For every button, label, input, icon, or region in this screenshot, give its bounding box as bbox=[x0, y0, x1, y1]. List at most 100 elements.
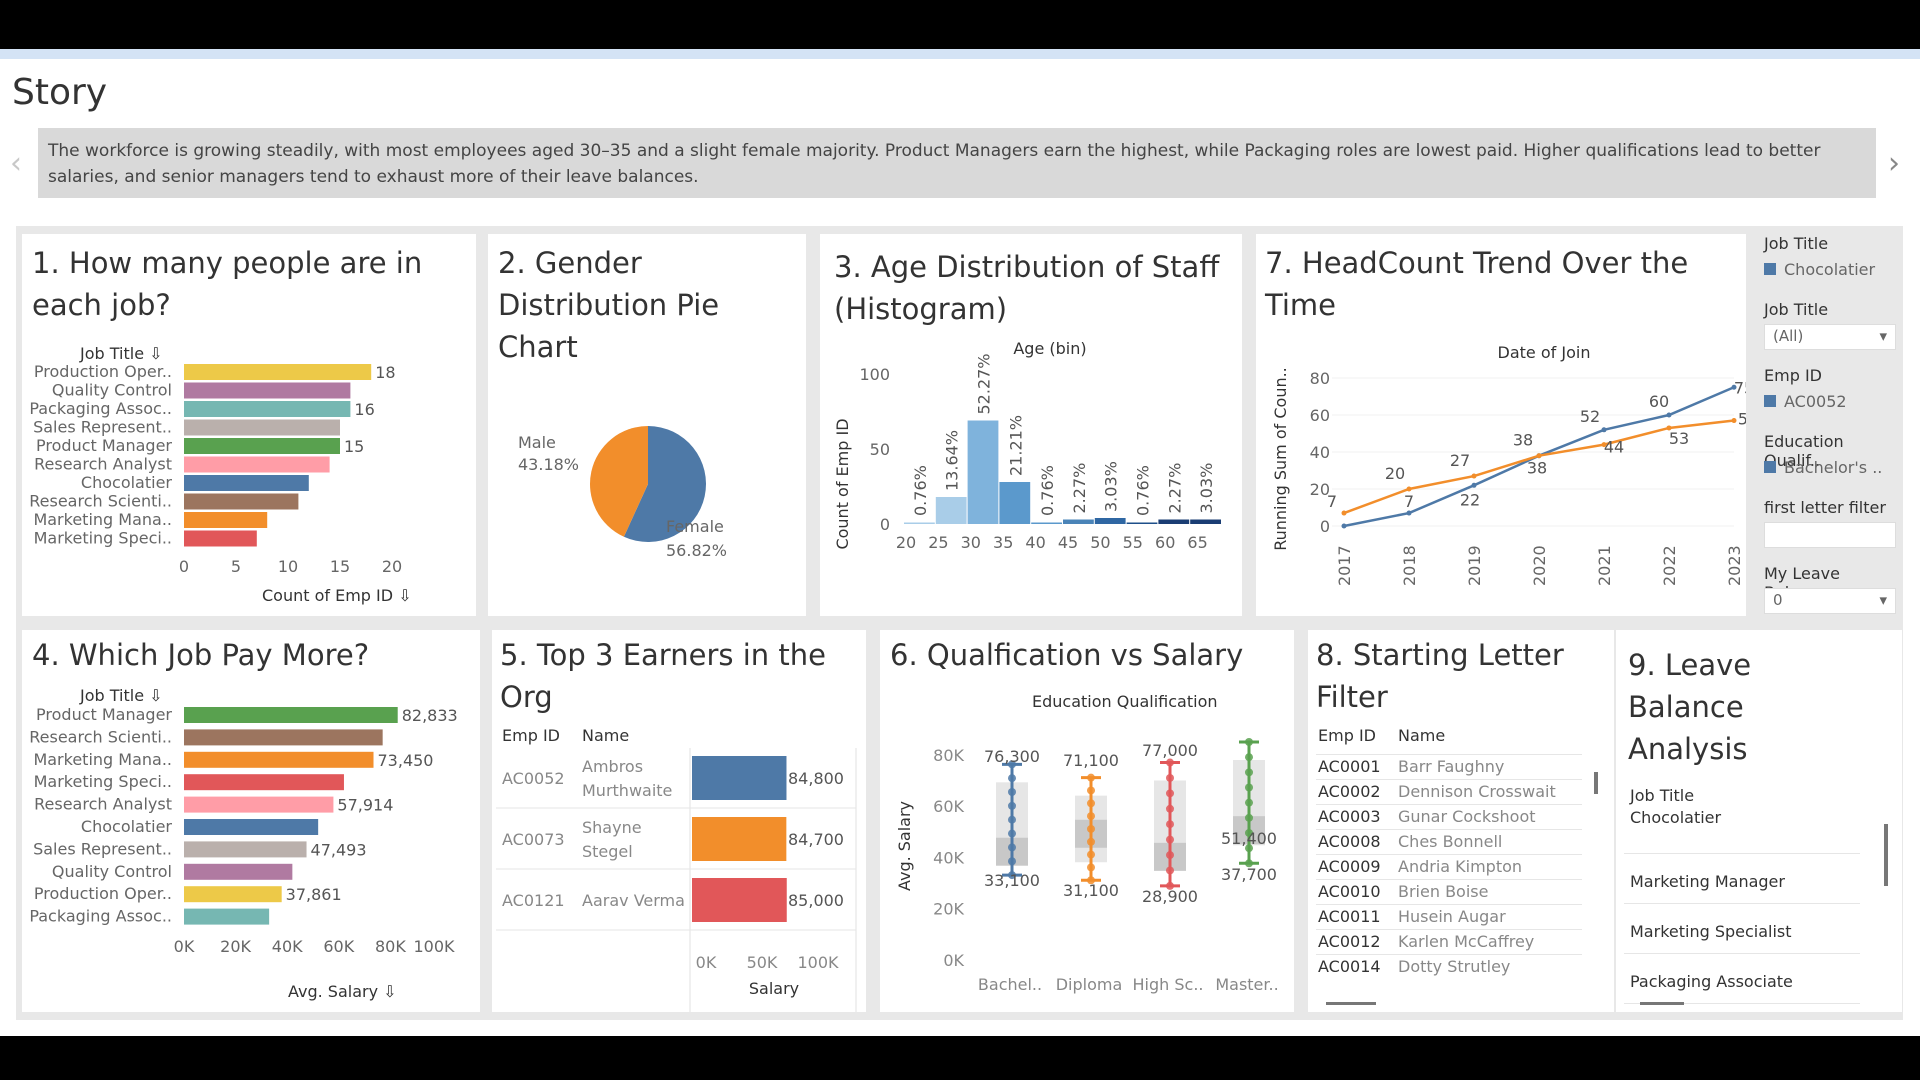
vertical-scrollbar[interactable] bbox=[1594, 772, 1598, 794]
name-cell: Murthwaite bbox=[582, 781, 672, 800]
data-label: 3.03% bbox=[1197, 463, 1216, 514]
category-label: Production Oper.. bbox=[34, 362, 172, 381]
panel-title: 1. How many people are in each job? bbox=[32, 246, 423, 322]
x-tick-label: Diploma bbox=[1056, 975, 1123, 994]
table-row[interactable]: AC0012 Karlen McCaffrey bbox=[1316, 929, 1582, 954]
y-tick-label: 50 bbox=[870, 440, 890, 459]
salary-point bbox=[1008, 788, 1016, 797]
y-tick-label: 0 bbox=[1320, 517, 1330, 536]
female-percent: 56.82% bbox=[666, 541, 727, 560]
y-tick-label: 0 bbox=[880, 515, 890, 534]
sort-icon[interactable]: ⇩ bbox=[149, 686, 162, 705]
category-label: Packaging Assoc.. bbox=[29, 907, 172, 926]
legend-item[interactable]: Chocolatier bbox=[1764, 260, 1875, 279]
legend-swatch bbox=[1764, 395, 1776, 407]
gender-pie-chart: Male 43.18% Female 56.82% bbox=[518, 426, 727, 560]
y-tick-label: 40K bbox=[933, 848, 964, 867]
data-label: 2.27% bbox=[1070, 463, 1089, 514]
salary-by-job-chart: Product Manager 82,833 Research Scienti.. M… bbox=[29, 706, 457, 956]
emp-id-cell: AC0003 bbox=[1318, 807, 1381, 826]
x-tick-label: 60 bbox=[1155, 533, 1175, 552]
x-tick-label: Bachel.. bbox=[978, 975, 1042, 994]
list-item[interactable]: Packaging Associate bbox=[1624, 956, 1860, 1004]
x-tick-label: 60K bbox=[323, 937, 354, 956]
emp-id-cell: AC0009 bbox=[1318, 857, 1381, 876]
table-row[interactable]: AC0009 Andria Kimpton bbox=[1316, 854, 1582, 879]
bar bbox=[184, 796, 334, 813]
emp-id-cell: AC0002 bbox=[1318, 782, 1381, 801]
caret-down-icon: ▾ bbox=[1879, 327, 1887, 345]
bar bbox=[184, 530, 257, 547]
emp-id-cell: AC0010 bbox=[1318, 882, 1381, 901]
previous-story-point-icon[interactable]: ‹ bbox=[10, 146, 22, 181]
vertical-scrollbar[interactable] bbox=[1884, 824, 1888, 886]
name-cell: Husein Augar bbox=[1398, 907, 1506, 926]
salary-point bbox=[1008, 801, 1016, 810]
story-caption[interactable]: The workforce is growing steadily, with … bbox=[38, 128, 1876, 198]
x-axis-title: Salary bbox=[749, 979, 799, 998]
job-title-cell: Marketing Manager bbox=[1630, 872, 1785, 891]
job-title-dropdown[interactable]: (All) ▾ bbox=[1764, 324, 1896, 350]
bar bbox=[184, 475, 309, 491]
table-row[interactable]: AC0010 Brien Boise bbox=[1316, 879, 1582, 904]
data-label: 37,700 bbox=[1221, 865, 1277, 884]
salary-point bbox=[1087, 812, 1095, 821]
horizontal-scrollbar[interactable] bbox=[1326, 1002, 1376, 1005]
category-label: Product Manager bbox=[36, 706, 172, 724]
emp-id-cell: AC0052 bbox=[502, 769, 565, 788]
bar bbox=[184, 512, 268, 528]
column-header-name: Name bbox=[582, 726, 630, 745]
bar bbox=[184, 707, 398, 723]
category-label: Product Manager bbox=[36, 436, 172, 455]
legend-item[interactable]: Bachelor's .. bbox=[1764, 458, 1882, 477]
x-axis-title: Avg. Salary ⇩ bbox=[288, 982, 397, 1001]
table-row[interactable]: AC0008 Ches Bonnell bbox=[1316, 829, 1582, 854]
next-story-point-icon[interactable]: › bbox=[1888, 146, 1900, 181]
job-title-cell: Marketing Specialist bbox=[1630, 922, 1792, 941]
legend-item[interactable]: AC0052 bbox=[1764, 392, 1847, 411]
horizontal-scrollbar[interactable] bbox=[1640, 1002, 1684, 1005]
panel-title: 2. Gender Distribution Pie Chart bbox=[498, 246, 720, 364]
list-item[interactable]: Marketing Specialist bbox=[1624, 906, 1860, 954]
x-tick-label: 35 bbox=[993, 533, 1013, 552]
bar bbox=[184, 419, 340, 436]
column-header-emp-id: Emp ID bbox=[502, 726, 560, 745]
x-axis-title-text: Count of Emp ID bbox=[262, 586, 394, 605]
salary-point bbox=[1008, 857, 1016, 866]
category-label: Production Oper.. bbox=[34, 884, 172, 903]
name-cell: Andria Kimpton bbox=[1398, 857, 1523, 876]
salary-point bbox=[1087, 863, 1095, 872]
leave-balance-dropdown[interactable]: 0 ▾ bbox=[1764, 588, 1896, 614]
data-label: 38 bbox=[1513, 431, 1533, 450]
table-row[interactable]: AC0002 Dennison Crosswait bbox=[1316, 779, 1582, 804]
x-tick-label: 2021 bbox=[1595, 545, 1614, 586]
list-item[interactable]: Chocolatier bbox=[1624, 806, 1860, 854]
column-header-emp-id: Emp ID bbox=[1318, 726, 1376, 745]
bar bbox=[184, 438, 340, 454]
filter-label: Emp ID bbox=[1764, 366, 1822, 385]
sort-icon[interactable]: ⇩ bbox=[398, 586, 411, 605]
sort-icon[interactable]: ⇩ bbox=[383, 982, 396, 1001]
table-row[interactable]: AC0014 Dotty Strutley bbox=[1316, 954, 1582, 979]
y-tick-label: 60K bbox=[933, 797, 964, 816]
x-tick-label: 50 bbox=[1090, 533, 1110, 552]
name-cell: Brien Boise bbox=[1398, 882, 1489, 901]
first-letter-input[interactable] bbox=[1764, 522, 1896, 548]
name-cell: Shayne bbox=[582, 818, 642, 837]
table-row[interactable]: AC0001 Barr Faughny bbox=[1316, 754, 1582, 779]
bar bbox=[692, 817, 787, 861]
emp-id-cell: AC0008 bbox=[1318, 832, 1381, 851]
list-item[interactable]: Marketing Manager bbox=[1624, 856, 1860, 904]
y-tick-label: 100 bbox=[859, 365, 890, 384]
panel-gender: 2. Gender Distribution Pie Chart Male 43.… bbox=[488, 234, 806, 616]
table-row[interactable]: AC0003 Gunar Cockshoot bbox=[1316, 804, 1582, 829]
x-tick-label: 100K bbox=[797, 953, 839, 972]
sort-icon[interactable]: ⇩ bbox=[149, 344, 162, 363]
y-axis-title: Running Sum of Coun.. bbox=[1271, 367, 1290, 551]
category-label: Marketing Mana.. bbox=[33, 510, 172, 529]
panel-title: 5. Top 3 Earners in the Org bbox=[500, 638, 826, 714]
x-tick-label: High Sc.. bbox=[1133, 975, 1204, 994]
panel-salary-by-job: 4. Which Job Pay More? Job Title ⇩ Produ… bbox=[22, 630, 480, 1012]
data-label: 77,000 bbox=[1142, 741, 1198, 760]
table-row[interactable]: AC0011 Husein Augar bbox=[1316, 904, 1582, 929]
